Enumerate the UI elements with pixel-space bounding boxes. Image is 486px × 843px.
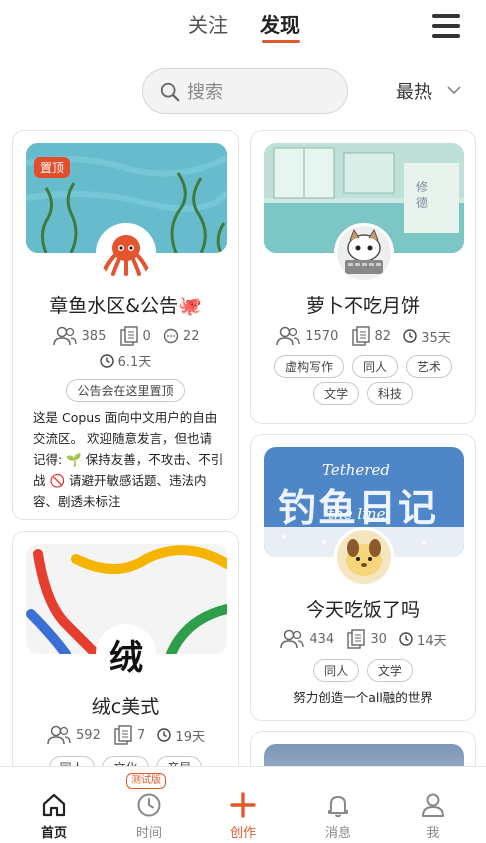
- members-icon: [276, 326, 300, 346]
- nav-create-label: 创作: [229, 826, 256, 841]
- age-stat: 35天: [403, 327, 451, 346]
- tag[interactable]: 同人: [313, 659, 360, 682]
- avatar: [334, 527, 394, 587]
- beta-badge: 测试版: [126, 773, 166, 789]
- cover-subtitle: Tethered: [322, 461, 390, 479]
- svg-text:修: 修: [416, 179, 428, 194]
- tag[interactable]: 同人: [351, 355, 398, 378]
- nav-me[interactable]: 我: [393, 767, 473, 843]
- nav-messages[interactable]: 消息: [298, 767, 378, 843]
- community-card[interactable]: 修 德 萝卜不吃月饼 1570 82 35天 虚构写作 同人 艺术 文学 科技: [250, 130, 476, 424]
- community-description: 努力创造一个all融的世界: [293, 690, 433, 705]
- nav-messages-label: 消息: [324, 826, 351, 841]
- avatar: [96, 223, 156, 283]
- tag[interactable]: 科技: [366, 382, 413, 405]
- active-tab-indicator: [262, 40, 300, 43]
- community-card[interactable]: 置顶 章鱼水区&公告🐙 385 0 22 6.1天 公告会在这里置顶 这是 Co…: [12, 130, 239, 520]
- clock-icon: [157, 728, 172, 742]
- members-icon: [280, 629, 305, 649]
- community-card[interactable]: 钓鱼日记 Tethered the line 今天吃饭了吗 434 30 14天…: [250, 434, 476, 721]
- members-stat: 592: [46, 725, 101, 745]
- posts-stat: 82: [351, 326, 391, 346]
- avatar-text: 绒: [109, 637, 143, 678]
- avatar: 绒: [96, 624, 156, 684]
- clock-icon: [403, 329, 417, 343]
- comments-stat: 22: [163, 328, 199, 344]
- nav-time-label: 时间: [135, 826, 162, 841]
- svg-text:德: 德: [416, 195, 428, 210]
- community-title: 今天吃饭了吗: [305, 599, 420, 621]
- bell-icon: [328, 796, 348, 818]
- posts-stat: 7: [113, 725, 145, 745]
- search-bar[interactable]: [142, 68, 348, 114]
- nav-home[interactable]: 首页: [14, 767, 94, 843]
- stats-row: 434 30 14天: [251, 629, 475, 649]
- stats-row: 385 0 22: [13, 326, 238, 346]
- tag-list: 公告会在这里置顶: [21, 377, 230, 404]
- stats-row: 1570 82 35天: [251, 326, 475, 346]
- age-stat: 6.1天: [99, 351, 151, 370]
- posts-icon: [119, 326, 138, 346]
- tag[interactable]: 虚构写作: [274, 355, 345, 378]
- members-icon: [47, 725, 71, 745]
- home-icon: [42, 793, 66, 817]
- community-card[interactable]: 绒 绒c美式 592 7 19天 同人 文化 音异: [12, 531, 239, 791]
- tag[interactable]: 文学: [313, 382, 360, 405]
- community-description: 这是 Copus 面向中文用户的自由交流区。 欢迎随意发言，但也请记得: 🌱 保…: [33, 410, 224, 509]
- stats-row: 592 7 19天: [13, 725, 238, 745]
- nav-me-label: 我: [426, 826, 440, 841]
- members-stat: 434: [279, 629, 334, 649]
- tab-discover[interactable]: 发现: [260, 12, 300, 38]
- plus-icon: [230, 792, 256, 818]
- clock-icon: [399, 632, 413, 646]
- tag[interactable]: 艺术: [405, 355, 452, 378]
- sort-dropdown[interactable]: 最热: [396, 78, 432, 104]
- members-stat: 1570: [275, 326, 338, 346]
- search-icon: [160, 82, 180, 102]
- age-stat: 14天: [399, 630, 447, 649]
- search-input[interactable]: [187, 79, 337, 105]
- community-title: 章鱼水区&公告🐙: [49, 295, 202, 317]
- user-icon: [422, 793, 444, 817]
- tag[interactable]: 文学: [366, 659, 413, 682]
- chevron-down-icon[interactable]: [446, 82, 462, 98]
- menu-icon[interactable]: [432, 14, 460, 38]
- tag-list: 同人 文学: [259, 657, 467, 684]
- posts-icon: [114, 725, 132, 745]
- age-row: 6.1天: [13, 351, 238, 370]
- avatar: [334, 223, 394, 283]
- community-title: 萝卜不吃月饼: [305, 295, 420, 317]
- age-stat: 19天: [157, 726, 205, 745]
- posts-icon: [351, 326, 370, 346]
- clock-icon: [99, 353, 114, 368]
- tab-follow[interactable]: 关注: [188, 12, 228, 38]
- cover-subtitle: the line: [328, 505, 386, 523]
- pinned-badge: 置顶: [34, 157, 71, 178]
- tag[interactable]: 公告会在这里置顶: [66, 379, 185, 402]
- posts-icon: [347, 629, 366, 649]
- nav-create[interactable]: 创作: [203, 767, 283, 843]
- members-stat: 385: [52, 326, 106, 346]
- posts-stat: 0: [119, 326, 151, 346]
- members-icon: [52, 326, 77, 346]
- posts-stat: 30: [346, 629, 387, 649]
- clock-icon: [137, 793, 161, 817]
- nav-home-label: 首页: [40, 826, 67, 841]
- comment-icon: [163, 328, 179, 344]
- top-bar: 关注 发现: [0, 0, 486, 60]
- tag-list: 虚构写作 同人 艺术 文学 科技: [259, 353, 467, 407]
- community-title: 绒c美式: [91, 696, 160, 718]
- bottom-nav: 首页 时间 创作 消息 我: [0, 766, 486, 843]
